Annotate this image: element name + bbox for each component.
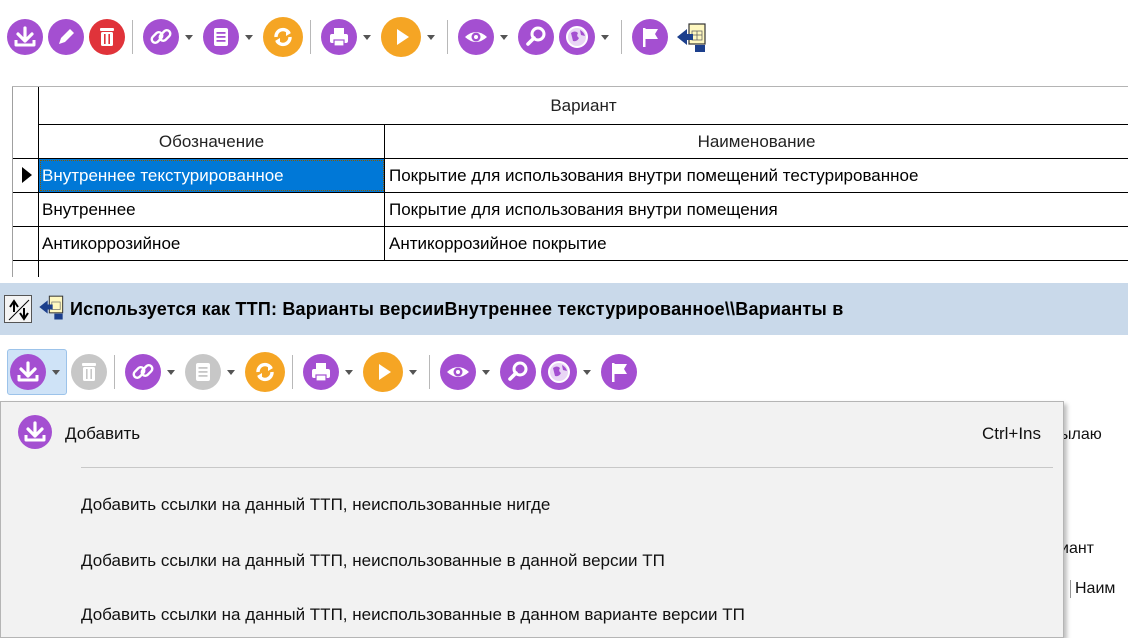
refresh-icon[interactable] (263, 17, 303, 57)
add-button-pressed[interactable] (7, 349, 67, 395)
toolbar-separator (310, 20, 311, 54)
table-row[interactable]: Антикоррозийное Антикоррозийное покрытие (39, 227, 1128, 261)
table-row[interactable]: Внутреннее Покрытие для использования вн… (39, 193, 1128, 227)
menu-item-add-links-unused-in-version[interactable]: Добавить ссылки на данный ТТП, неиспольз… (1, 544, 1063, 578)
toolbar-separator (447, 20, 448, 54)
globe-dropdown-caret[interactable] (601, 34, 609, 40)
cell-code[interactable]: Внутреннее (39, 193, 385, 226)
column-group-header: Вариант (39, 87, 1128, 125)
flag-icon[interactable] (601, 354, 637, 390)
current-row-pointer (22, 167, 32, 183)
delete-icon[interactable] (89, 19, 125, 55)
view-icon[interactable] (458, 19, 494, 55)
background-text: иант (1060, 540, 1094, 557)
search-icon[interactable] (500, 354, 536, 390)
cell-name[interactable]: Покрытие для использования внутри помеще… (385, 193, 1128, 226)
menu-item-add-links-unused-anywhere[interactable]: Добавить ссылки на данный ТТП, неиспольз… (1, 488, 1063, 522)
sort-toggle-icon[interactable] (4, 295, 32, 323)
table-row[interactable]: Внутреннее текстурированное Покрытие для… (39, 159, 1128, 193)
play-icon[interactable] (363, 352, 403, 392)
cell-name[interactable]: Антикоррозийное покрытие (385, 227, 1128, 260)
background-text: Наим (1070, 580, 1115, 598)
menu-item-label: Добавить (65, 424, 141, 443)
usage-panel-bar: Используется как ТТП: Варианты версииВну… (0, 283, 1128, 335)
print-icon[interactable] (321, 19, 357, 55)
play-dropdown-caret[interactable] (409, 369, 417, 375)
menu-item-label: Добавить ссылки на данный ТТП, неиспольз… (81, 495, 551, 514)
menu-item-label: Добавить ссылки на данный ТТП, неиспольз… (81, 605, 745, 624)
link-icon[interactable] (125, 354, 161, 390)
link-dropdown-caret[interactable] (185, 34, 193, 40)
menu-separator (81, 467, 1053, 468)
column-header-name[interactable]: Наименование (385, 125, 1128, 159)
panel-toolbar (0, 347, 642, 397)
cell-name[interactable]: Покрытие для использования внутри помеще… (385, 159, 1128, 192)
background-text: ылаю (1060, 426, 1102, 443)
add-dropdown-menu: Добавить Ctrl+Ins Добавить ссылки на дан… (0, 401, 1064, 638)
list-dropdown-caret[interactable] (227, 369, 235, 375)
toolbar-separator (114, 355, 115, 389)
print-dropdown-caret[interactable] (363, 34, 371, 40)
cell-code[interactable]: Антикоррозийное (39, 227, 385, 260)
list-icon[interactable] (203, 19, 239, 55)
export-table-icon[interactable] (673, 19, 709, 55)
main-toolbar (0, 12, 714, 62)
export-table-icon[interactable] (36, 292, 66, 327)
view-dropdown-caret[interactable] (500, 34, 508, 40)
indicator-cell[interactable] (13, 159, 38, 193)
column-header-code[interactable]: Обозначение (39, 125, 385, 159)
add-icon[interactable] (7, 19, 43, 55)
link-icon[interactable] (143, 19, 179, 55)
toolbar-separator (292, 355, 293, 389)
list-icon (185, 354, 221, 390)
flag-icon[interactable] (632, 19, 668, 55)
view-dropdown-caret[interactable] (482, 369, 490, 375)
variants-grid: Вариант Обозначение Наименование Внутрен… (12, 86, 1128, 277)
play-icon[interactable] (381, 17, 421, 57)
add-dropdown-caret[interactable] (52, 369, 60, 375)
refresh-icon[interactable] (245, 352, 285, 392)
view-icon[interactable] (440, 354, 476, 390)
edit-icon[interactable] (48, 19, 84, 55)
search-icon[interactable] (518, 19, 554, 55)
toolbar-separator (132, 20, 133, 54)
menu-item-label: Добавить ссылки на данный ТТП, неиспольз… (81, 551, 665, 570)
print-dropdown-caret[interactable] (345, 369, 353, 375)
indicator-cell[interactable] (13, 227, 38, 261)
delete-icon (71, 354, 107, 390)
add-icon (17, 414, 53, 455)
cell-code[interactable]: Внутреннее текстурированное (39, 159, 385, 192)
menu-item-add[interactable]: Добавить Ctrl+Ins (1, 414, 1063, 454)
globe-icon[interactable] (541, 354, 577, 390)
list-dropdown-caret[interactable] (245, 34, 253, 40)
print-icon[interactable] (303, 354, 339, 390)
add-icon[interactable] (10, 354, 46, 390)
play-dropdown-caret[interactable] (427, 34, 435, 40)
row-indicator-column (12, 87, 39, 277)
toolbar-separator (621, 20, 622, 54)
globe-icon[interactable] (559, 19, 595, 55)
indicator-header (13, 87, 38, 159)
globe-dropdown-caret[interactable] (583, 369, 591, 375)
indicator-cell[interactable] (13, 193, 38, 227)
toolbar-separator (429, 355, 430, 389)
link-dropdown-caret[interactable] (167, 369, 175, 375)
panel-title: Используется как ТТП: Варианты версииВну… (70, 298, 844, 319)
menu-item-shortcut: Ctrl+Ins (981, 424, 1041, 443)
menu-item-add-links-unused-in-variant[interactable]: Добавить ссылки на данный ТТП, неиспольз… (1, 598, 1063, 632)
